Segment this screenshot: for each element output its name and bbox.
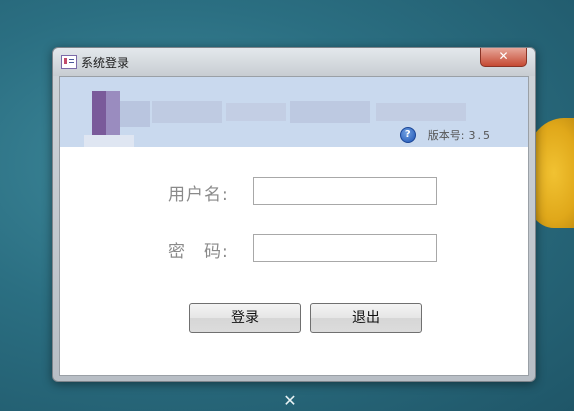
exit-button[interactable]: 退出	[310, 303, 422, 333]
version-info: ? 版本号: 3.5	[399, 127, 492, 143]
header-banner: ? 版本号: 3.5	[60, 77, 528, 147]
login-button[interactable]: 登录	[189, 303, 301, 333]
close-button[interactable]: ✕	[480, 48, 527, 67]
dialog-content: ? 版本号: 3.5 用户名: 密 码: 登录 退出	[59, 76, 529, 376]
app-form-icon	[61, 55, 77, 69]
username-input[interactable]	[253, 177, 437, 205]
username-label: 用户名:	[168, 185, 229, 205]
close-icon: ✕	[498, 49, 509, 63]
help-icon[interactable]: ?	[399, 127, 416, 143]
password-input[interactable]	[253, 234, 437, 262]
password-label: 密 码:	[168, 242, 229, 262]
version-value: 3.5	[468, 128, 492, 142]
version-label: 版本号:	[427, 129, 465, 142]
title-bar[interactable]: 系统登录 ✕	[53, 48, 535, 76]
window-title: 系统登录	[81, 56, 130, 70]
login-dialog: 系统登录 ✕ ? 版本号: 3.5 用户名: 密 码: 登录 退出	[52, 47, 536, 382]
desktop-wallpaper-leaf: ✕	[283, 391, 297, 410]
